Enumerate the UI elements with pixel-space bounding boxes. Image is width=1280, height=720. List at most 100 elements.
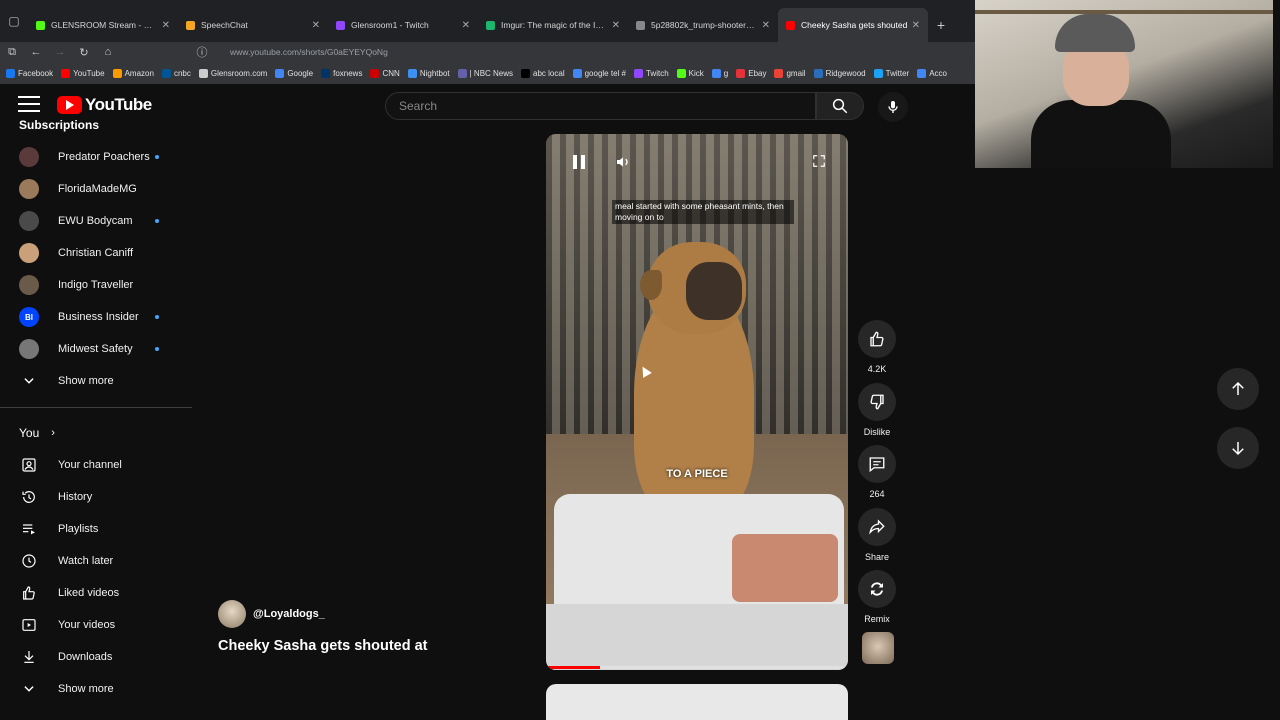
bookmark-item[interactable]: Ridgewood: [813, 68, 866, 78]
sidebar-channel-item[interactable]: Indigo Traveller: [0, 269, 192, 301]
back-icon[interactable]: ←: [24, 46, 48, 58]
sidebar-you-item[interactable]: Your videos: [0, 609, 192, 641]
remix-button[interactable]: [858, 570, 896, 608]
hamburger-menu-icon[interactable]: [18, 96, 40, 114]
bookmark-item[interactable]: Google: [275, 68, 313, 78]
bookmark-item[interactable]: Acco: [917, 68, 947, 78]
clock-icon: [19, 551, 39, 571]
channel-avatar: BI: [19, 307, 39, 327]
bookmark-item[interactable]: Glensroom.com: [198, 68, 267, 78]
volume-icon[interactable]: [614, 154, 632, 175]
fullscreen-icon[interactable]: [812, 154, 826, 173]
sidebar-toggle-icon[interactable]: ⧉: [0, 46, 24, 59]
arrow-down-icon: [1232, 442, 1244, 456]
forward-icon[interactable]: →: [48, 46, 72, 58]
download-icon: [19, 647, 39, 667]
bookmark-item[interactable]: Kick: [676, 68, 704, 78]
bookmark-label: YouTube: [73, 68, 105, 78]
sidebar-channel-item[interactable]: EWU Bodycam: [0, 205, 192, 237]
reload-icon[interactable]: ↻: [72, 46, 96, 59]
channel-handle[interactable]: @Loyaldogs_: [253, 608, 325, 620]
dislike-button[interactable]: [858, 383, 896, 421]
search-input[interactable]: Search: [385, 92, 816, 120]
url-field[interactable]: www.youtube.com/shorts/G0aEYEYQoNg: [230, 47, 388, 57]
tab-close-icon[interactable]: ✕: [612, 20, 620, 31]
chevron-right-icon: ›: [51, 427, 55, 439]
bookmark-item[interactable]: cnbc: [161, 68, 191, 78]
tab-close-icon[interactable]: ✕: [462, 20, 470, 31]
tab-label: Cheeky Sasha gets shouted: [801, 20, 908, 30]
sidebar-you-item[interactable]: History: [0, 481, 192, 513]
tab-close-icon[interactable]: ✕: [162, 20, 170, 31]
bookmark-item[interactable]: g: [711, 68, 728, 78]
youtube-logo[interactable]: YouTube: [57, 95, 152, 115]
history-icon: [19, 487, 39, 507]
bookmark-item[interactable]: Amazon: [112, 68, 154, 78]
video-icon: [19, 615, 39, 635]
bookmark-item[interactable]: Ebay: [736, 68, 766, 78]
bookmark-item[interactable]: foxnews: [321, 68, 362, 78]
bookmark-item[interactable]: CNN: [370, 68, 400, 78]
browser-tab[interactable]: SpeechChat ✕: [178, 8, 328, 42]
tab-search-icon[interactable]: ▢: [0, 0, 28, 42]
previous-short-button[interactable]: [1217, 368, 1259, 410]
bookmark-item[interactable]: YouTube: [61, 68, 105, 78]
tab-close-icon[interactable]: ✕: [762, 20, 770, 31]
sound-thumbnail[interactable]: [862, 632, 894, 664]
bookmark-label: Acco: [929, 68, 947, 78]
bookmark-item[interactable]: Facebook: [6, 68, 53, 78]
show-more-you[interactable]: Show more: [0, 673, 192, 705]
bookmark-item[interactable]: | NBC News: [457, 68, 513, 78]
tab-close-icon[interactable]: ✕: [312, 20, 320, 31]
sidebar-channel-item[interactable]: Predator Poachers: [0, 141, 192, 173]
sidebar-you-item[interactable]: Playlists: [0, 513, 192, 545]
tab-close-icon[interactable]: ✕: [912, 20, 920, 31]
browser-tab[interactable]: Cheeky Sasha gets shouted ✕: [778, 8, 928, 42]
next-short-button[interactable]: [1217, 427, 1259, 469]
bookmark-item[interactable]: Nightbot: [407, 68, 450, 78]
sidebar-channel-item[interactable]: Midwest Safety: [0, 333, 192, 365]
sidebar-channel-item[interactable]: Christian Caniff: [0, 237, 192, 269]
sidebar-you-item[interactable]: Your channel: [0, 449, 192, 481]
like-button[interactable]: [858, 320, 896, 358]
voice-search-button[interactable]: [878, 92, 908, 122]
new-content-dot: [155, 155, 159, 159]
comment-icon: [869, 457, 885, 473]
bookmark-item[interactable]: gmail: [774, 68, 806, 78]
site-info-icon[interactable]: ⓘ: [190, 44, 214, 60]
next-short-preview[interactable]: [546, 684, 848, 720]
browser-tab[interactable]: GLENSROOM Stream - Watch L ✕: [28, 8, 178, 42]
channel-info[interactable]: @Loyaldogs_: [218, 600, 325, 628]
bookmark-favicon-icon: [198, 68, 208, 78]
chevron-down-icon: [19, 371, 39, 391]
sidebar-you-item[interactable]: Downloads: [0, 641, 192, 673]
bookmark-item[interactable]: google tel #: [572, 68, 626, 78]
comment-button[interactable]: [858, 445, 896, 483]
pause-icon[interactable]: [572, 154, 586, 175]
you-section-title[interactable]: You ›: [19, 426, 55, 440]
you-item-label: Watch later: [58, 555, 114, 567]
sidebar-divider: [0, 407, 192, 408]
bookmark-item[interactable]: Twitter: [873, 68, 909, 78]
browser-tab[interactable]: Imgur: The magic of the Interne ✕: [478, 8, 628, 42]
home-icon[interactable]: ⌂: [96, 46, 120, 58]
tab-favicon-icon: [786, 20, 795, 30]
search-button[interactable]: [816, 92, 864, 120]
subscriptions-title[interactable]: Subscriptions: [19, 120, 99, 132]
sidebar-channel-item[interactable]: FloridaMadeMG: [0, 173, 192, 205]
browser-tab[interactable]: 5p28802k_trump-shooter_625x300 ✕: [628, 8, 778, 42]
bookmark-item[interactable]: abc local: [521, 68, 565, 78]
video-progress-bar[interactable]: [546, 666, 848, 669]
sidebar-you-item[interactable]: Watch later: [0, 545, 192, 577]
show-more-subscriptions[interactable]: Show more: [0, 365, 192, 397]
short-video-player[interactable]: meal started with some pheasant mints, t…: [546, 134, 848, 670]
search-icon: [832, 98, 848, 114]
share-button[interactable]: [858, 508, 896, 546]
channel-avatar[interactable]: [218, 600, 246, 628]
sidebar-channel-item[interactable]: BI Business Insider: [0, 301, 192, 333]
sidebar-you-item[interactable]: Liked videos: [0, 577, 192, 609]
new-tab-button[interactable]: +: [928, 8, 954, 42]
browser-tab[interactable]: Glensroom1 - Twitch ✕: [328, 8, 478, 42]
bookmark-item[interactable]: Twitch: [633, 68, 669, 78]
bookmark-favicon-icon: [633, 68, 643, 78]
